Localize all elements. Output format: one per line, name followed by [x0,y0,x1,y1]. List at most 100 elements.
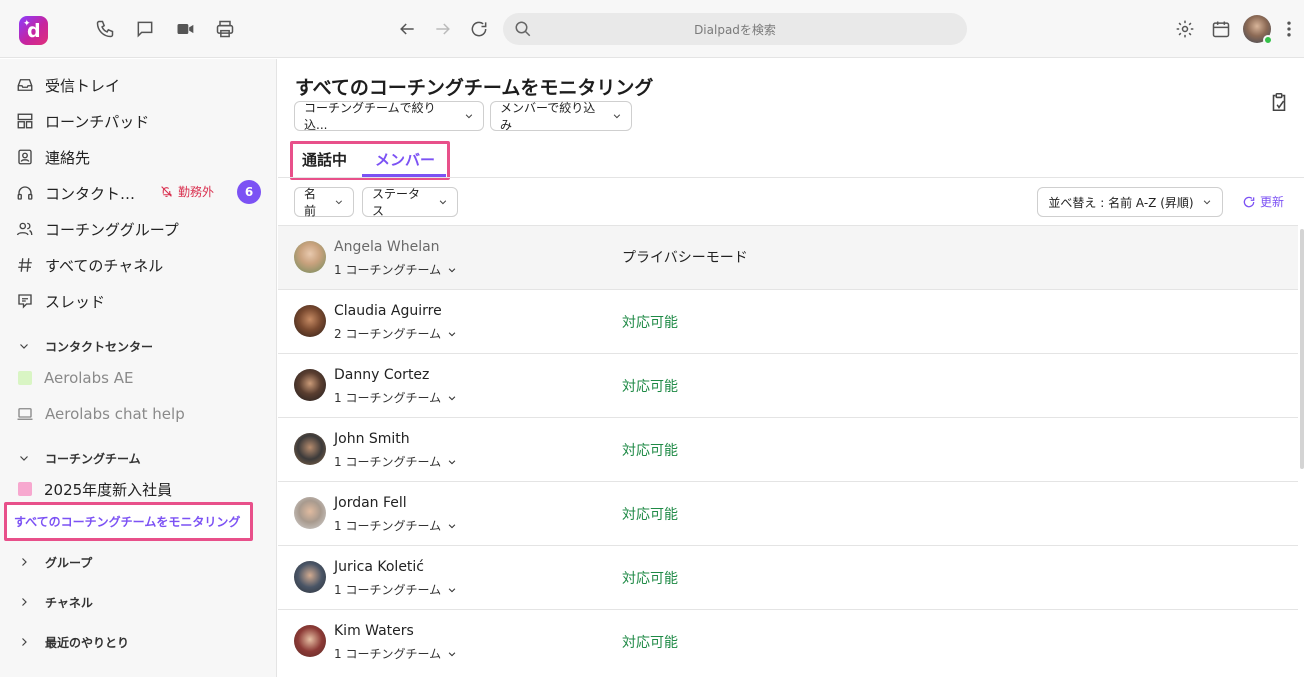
chevron-down-icon [1203,200,1210,205]
more-vertical-icon[interactable] [1279,18,1299,40]
avatar [294,433,326,465]
inbox-icon [14,74,36,96]
sidebar-item-contact-center[interactable]: コンタクト… [14,179,269,207]
member-name: Danny Cortez [334,367,430,383]
table-row[interactable]: Angela Whelan 1 コーチングチーム プライバシーモード [278,225,1298,289]
bell-off-icon [161,186,173,197]
hash-icon [14,254,36,276]
chevron-down-icon [465,114,473,119]
section-coaching-team[interactable]: コーチングチーム [18,449,141,467]
chevron-down-icon [448,395,456,400]
tab-members[interactable]: メンバー [375,149,435,170]
chevron-right-icon [22,598,27,606]
coaching-team-filter-dropdown[interactable]: コーチングチームで絞り込... [294,101,484,132]
coaching-team-count-toggle[interactable]: 1 コーチングチーム [334,517,457,534]
sidebar-item-launchpad[interactable]: ローンチパッド [14,107,269,135]
user-avatar[interactable] [1243,15,1273,45]
chevron-down-icon [448,587,456,592]
refresh-button[interactable]: 更新 [1242,193,1284,210]
search-input[interactable]: Dialpadを検索 [503,21,967,38]
sidebar-item-aerolabs-ae[interactable]: Aerolabs AE [14,364,269,392]
sidebar: 受信トレイ ローンチパッド 連絡先 コンタクト… 勤務外 6 コーチンググループ… [0,59,277,677]
status-filter-dropdown[interactable]: ステータス [362,187,458,218]
table-row[interactable]: Kim Waters 1 コーチングチーム 対応可能 [278,609,1298,673]
chevron-down-icon [448,331,456,336]
chevron-down-icon [448,523,456,528]
launchpad-icon [14,110,36,132]
chevron-down-icon [20,456,28,461]
sort-dropdown[interactable]: 並べ替え : 名前 A-Z (昇順) [1037,187,1223,217]
count-badge: 6 [237,180,261,204]
divider [278,177,1304,178]
app-logo-icon[interactable]: ✦ d [19,16,48,45]
reload-icon[interactable] [468,18,490,40]
chevron-right-icon [22,558,27,566]
chevron-down-icon [439,200,447,205]
online-status-dot [1263,35,1273,45]
sidebar-item-threads[interactable]: スレッド [14,287,269,315]
sidebar-item-aerolabs-chat-help[interactable]: Aerolabs chat help [14,400,269,428]
contacts-icon [14,146,36,168]
coaching-team-count-toggle[interactable]: 1 コーチングチーム [334,645,457,662]
coaching-team-count-toggle[interactable]: 1 コーチングチーム [334,581,457,598]
avatar [294,497,326,529]
coaching-team-count-toggle[interactable]: 2 コーチングチーム [334,325,457,342]
member-status: 対応可能 [622,443,678,459]
sidebar-item-inbox[interactable]: 受信トレイ [14,71,269,99]
sidebar-item-all-channels[interactable]: すべてのチャネル [14,251,269,279]
clipboard-icon[interactable] [1268,91,1290,113]
coaching-team-count-toggle[interactable]: 1 コーチングチーム [334,453,457,470]
refresh-icon [1243,196,1255,207]
chevron-down-icon [335,200,343,205]
people-icon [14,218,36,240]
avatar [294,241,326,273]
section-channels[interactable]: チャネル [18,593,93,611]
member-status: 対応可能 [622,635,678,651]
chat-icon[interactable] [134,18,156,40]
table-row[interactable]: John Smith 1 コーチングチーム 対応可能 [278,417,1298,481]
member-name: Jordan Fell [334,495,407,511]
monitor-all-coaching-teams-link[interactable]: すべてのコーチングチームをモニタリング [4,502,253,541]
chevron-down-icon [20,344,28,349]
section-groups[interactable]: グループ [18,553,92,571]
member-name: Kim Waters [334,623,414,639]
table-row[interactable]: Claudia Aguirre 2 コーチングチーム 対応可能 [278,289,1298,353]
scrollbar[interactable] [1300,229,1304,469]
section-recent[interactable]: 最近のやりとり [18,633,129,651]
search-bar[interactable]: Dialpadを検索 [503,13,967,45]
headset-icon [14,182,36,204]
page-title: すべてのコーチングチームをモニタリング [295,77,654,99]
member-name: Angela Whelan [334,239,440,255]
gear-icon[interactable] [1174,18,1196,40]
name-filter-dropdown[interactable]: 名前 [294,187,354,218]
table-row[interactable]: Jurica Koletić 1 コーチングチーム 対応可能 [278,545,1298,609]
top-bar: ✦ d Dialpadを検索 [0,0,1304,58]
section-contact-center[interactable]: コンタクトセンター [18,337,153,355]
chevron-down-icon [613,114,621,119]
coaching-team-count-toggle[interactable]: 1 コーチングチーム [334,261,457,278]
printer-icon[interactable] [214,18,236,40]
member-status: 対応可能 [622,379,678,395]
member-status: プライバシーモード [622,250,748,266]
avatar [294,305,326,337]
forward-arrow-icon[interactable] [432,18,454,40]
sidebar-item-new-hires-2025[interactable]: 2025年度新入社員 [14,475,269,503]
chevron-down-icon [448,651,456,656]
table-row[interactable]: Jordan Fell 1 コーチングチーム 対応可能 [278,481,1298,545]
member-name: Jurica Koletić [334,559,425,575]
member-name: Claudia Aguirre [334,303,442,319]
table-row[interactable]: Danny Cortez 1 コーチングチーム 対応可能 [278,353,1298,417]
calendar-icon[interactable] [1210,18,1232,40]
tab-on-call[interactable]: 通話中 [302,149,347,170]
sidebar-item-coaching-groups[interactable]: コーチンググループ [14,215,269,243]
coaching-team-count-toggle[interactable]: 1 コーチングチーム [334,389,457,406]
phone-icon[interactable] [94,18,116,40]
member-filter-dropdown[interactable]: メンバーで絞り込み [490,101,632,132]
avatar [294,369,326,401]
back-arrow-icon[interactable] [396,18,418,40]
avatar [294,625,326,657]
member-status: 対応可能 [622,315,678,331]
sidebar-item-contacts[interactable]: 連絡先 [14,143,269,171]
video-icon[interactable] [174,18,196,40]
color-swatch [18,482,32,496]
